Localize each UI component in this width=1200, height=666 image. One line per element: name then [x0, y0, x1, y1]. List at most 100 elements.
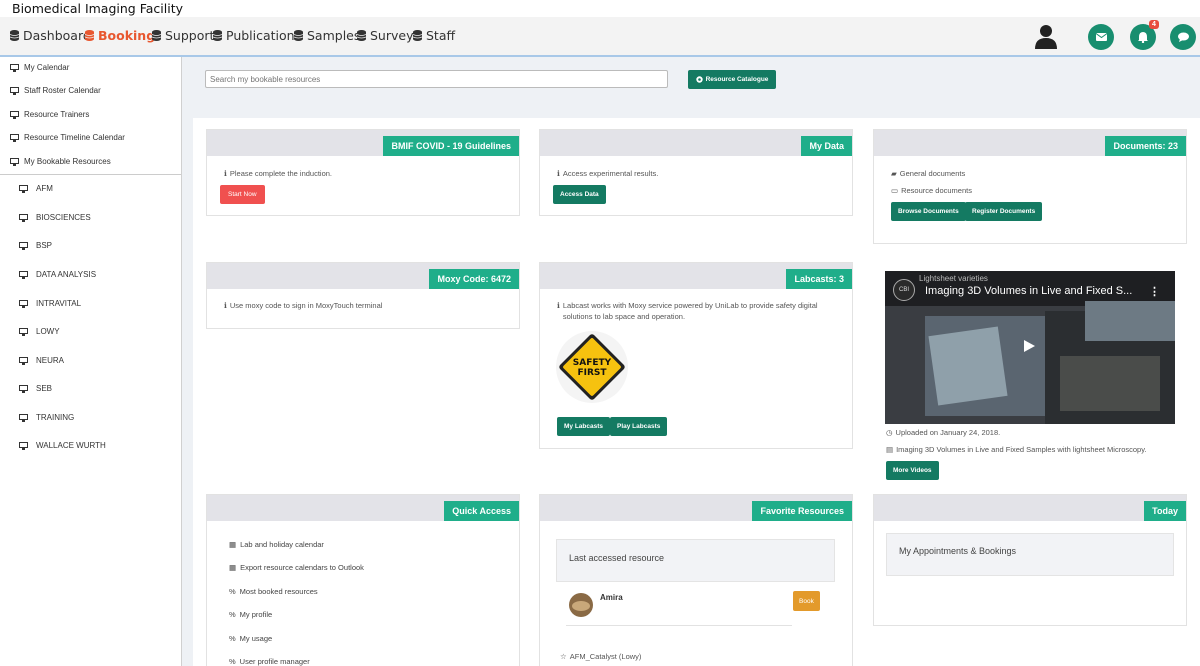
mydata-info: ℹ Access experimental results.: [557, 168, 658, 179]
quick-link-export[interactable]: ▦ Export resource calendars to Outlook: [229, 563, 364, 572]
start-now-button[interactable]: Start Now: [220, 185, 265, 204]
resource-documents[interactable]: ▭ Resource documents: [891, 185, 972, 196]
more-options-icon[interactable]: ⋮: [1149, 285, 1160, 298]
resource-item-intravital[interactable]: INTRAVITAL: [19, 299, 81, 308]
envelope-icon: [1095, 33, 1107, 41]
resource-item-training[interactable]: TRAINING: [19, 413, 74, 422]
monitor-icon: [19, 299, 28, 308]
sidebar-item-bookable-resources[interactable]: My Bookable Resources: [10, 157, 111, 166]
covid-tag[interactable]: BMIF COVID - 19 Guidelines: [383, 136, 519, 156]
monitor-icon: [19, 241, 28, 250]
sidebar-item-label: Resource Trainers: [24, 110, 90, 119]
mydata-text: Access experimental results.: [562, 169, 659, 178]
app-titlebar: Biomedical Imaging Facility: [0, 0, 1200, 17]
description-text: Imaging 3D Volumes in Live and Fixed Sam…: [896, 445, 1147, 454]
card-header: Documents: 23: [874, 130, 1186, 156]
bell-icon: [1138, 31, 1148, 43]
resource-item-wallace-wurth[interactable]: WALLACE WURTH: [19, 441, 106, 450]
sidebar-item-my-calendar[interactable]: My Calendar: [10, 63, 69, 72]
link-icon: %: [229, 610, 236, 619]
card-header: Moxy Code: 6472: [207, 263, 519, 289]
quick-link-label: My usage: [239, 634, 273, 643]
moxy-tag[interactable]: Moxy Code: 6472: [429, 269, 519, 289]
play-labcasts-button[interactable]: Play Labcasts: [610, 417, 668, 436]
resource-label: INTRAVITAL: [36, 299, 82, 308]
sidebar-item-resource-timeline[interactable]: Resource Timeline Calendar: [10, 133, 125, 142]
nav-survey[interactable]: Survey: [357, 28, 413, 43]
quick-link-profile[interactable]: % My profile: [229, 610, 272, 619]
documents-tag[interactable]: Documents: 23: [1105, 136, 1186, 156]
quick-access-tag[interactable]: Quick Access: [444, 501, 519, 521]
resource-item-bsp[interactable]: BSP: [19, 241, 52, 250]
moxy-card: Moxy Code: 6472 ℹ Use moxy code to sign i…: [206, 262, 520, 329]
sidebar-item-label: My Bookable Resources: [24, 157, 111, 166]
general-documents[interactable]: ▰ General documents: [891, 168, 965, 179]
email-button[interactable]: [1088, 24, 1114, 50]
nav-publications[interactable]: Publications: [213, 28, 301, 43]
resource-documents-label: Resource documents: [901, 186, 972, 195]
card-header: Quick Access: [207, 495, 519, 521]
video-title[interactable]: Imaging 3D Volumes in Live and Fixed S..…: [925, 285, 1132, 297]
quick-link-label: Most booked resources: [239, 587, 318, 596]
favorites-tag[interactable]: Favorite Resources: [752, 501, 852, 521]
info-icon: ℹ: [224, 169, 227, 178]
more-videos-button[interactable]: More Videos: [886, 461, 939, 480]
quick-link-label: Export resource calendars to Outlook: [240, 563, 364, 572]
favorite-resources-card: Favorite Resources Last accessed resourc…: [539, 494, 853, 666]
resource-catalogue-button[interactable]: Resource Catalogue: [688, 70, 776, 89]
channel-logo[interactable]: CBI: [893, 279, 915, 301]
search-input[interactable]: [205, 70, 668, 88]
clock-icon: ◷: [886, 428, 893, 437]
resource-name[interactable]: Amira: [600, 593, 623, 602]
info-icon: ℹ: [224, 301, 227, 310]
info-icon: ℹ: [557, 169, 560, 178]
browse-documents-button[interactable]: Browse Documents: [891, 202, 966, 221]
mydata-tag[interactable]: My Data: [801, 136, 852, 156]
sidebar-item-label: Resource Timeline Calendar: [24, 133, 125, 142]
register-documents-button[interactable]: Register Documents: [965, 202, 1043, 221]
quick-link-usage[interactable]: % My usage: [229, 634, 272, 643]
nav-booking[interactable]: Booking: [85, 28, 155, 43]
video-player[interactable]: CBI Lightsheet varieties Imaging 3D Volu…: [885, 271, 1175, 424]
resource-item-biosciences[interactable]: BIOSCIENCES: [19, 213, 91, 222]
nav-staff[interactable]: Staff: [413, 28, 455, 43]
favorite-item[interactable]: ☆ AFM_Catalyst (Lowy): [560, 651, 641, 662]
my-labcasts-button[interactable]: My Labcasts: [557, 417, 611, 436]
nav-support[interactable]: Support: [152, 28, 214, 43]
nav-label: Samples: [307, 28, 361, 43]
chat-icon: [1177, 32, 1189, 42]
appointments-panel[interactable]: My Appointments & Bookings: [886, 533, 1174, 576]
quick-link-calendar[interactable]: ▦ Lab and holiday calendar: [229, 540, 324, 549]
chat-button[interactable]: [1170, 24, 1196, 50]
resource-item-neura[interactable]: NEURA: [19, 356, 64, 365]
play-icon[interactable]: [1022, 339, 1036, 358]
today-tag[interactable]: Today: [1144, 501, 1186, 521]
quick-link-profile-manager[interactable]: % User profile manager: [229, 657, 310, 666]
resource-item-lowy[interactable]: LOWY: [19, 327, 60, 336]
nav-dashboard[interactable]: Dashboard: [10, 28, 91, 43]
covid-text: Please complete the induction.: [229, 169, 333, 178]
covid-card: BMIF COVID - 19 Guidelines ℹ Please compl…: [206, 129, 520, 216]
resource-item-afm[interactable]: AFM: [19, 184, 53, 193]
quick-link-label: User profile manager: [239, 657, 310, 666]
nav-samples[interactable]: Samples: [294, 28, 360, 43]
monitor-icon: [19, 184, 28, 193]
monitor-icon: [10, 157, 19, 166]
user-avatar[interactable]: [1030, 20, 1062, 52]
access-data-button[interactable]: Access Data: [553, 185, 606, 204]
resource-item-seb[interactable]: SEB: [19, 384, 52, 393]
database-icon: [413, 30, 422, 41]
resource-item-data-analysis[interactable]: DATA ANALYSIS: [19, 270, 96, 279]
sidebar-item-staff-roster[interactable]: Staff Roster Calendar: [10, 86, 101, 95]
monitor-icon: [19, 441, 28, 450]
monitor-icon: [19, 413, 28, 422]
quick-link-most-booked[interactable]: % Most booked resources: [229, 587, 318, 596]
sidebar-item-resource-trainers[interactable]: Resource Trainers: [10, 110, 89, 119]
book-button[interactable]: Book: [793, 591, 820, 611]
database-icon: [294, 30, 303, 41]
nav-label: Booking: [98, 28, 156, 43]
safety-first-image: SAFETY FIRST: [556, 331, 628, 403]
monitor-icon: [10, 86, 19, 95]
labcasts-tag[interactable]: Labcasts: 3: [786, 269, 852, 289]
favorite-item-label: AFM_Catalyst (Lowy): [569, 652, 642, 661]
